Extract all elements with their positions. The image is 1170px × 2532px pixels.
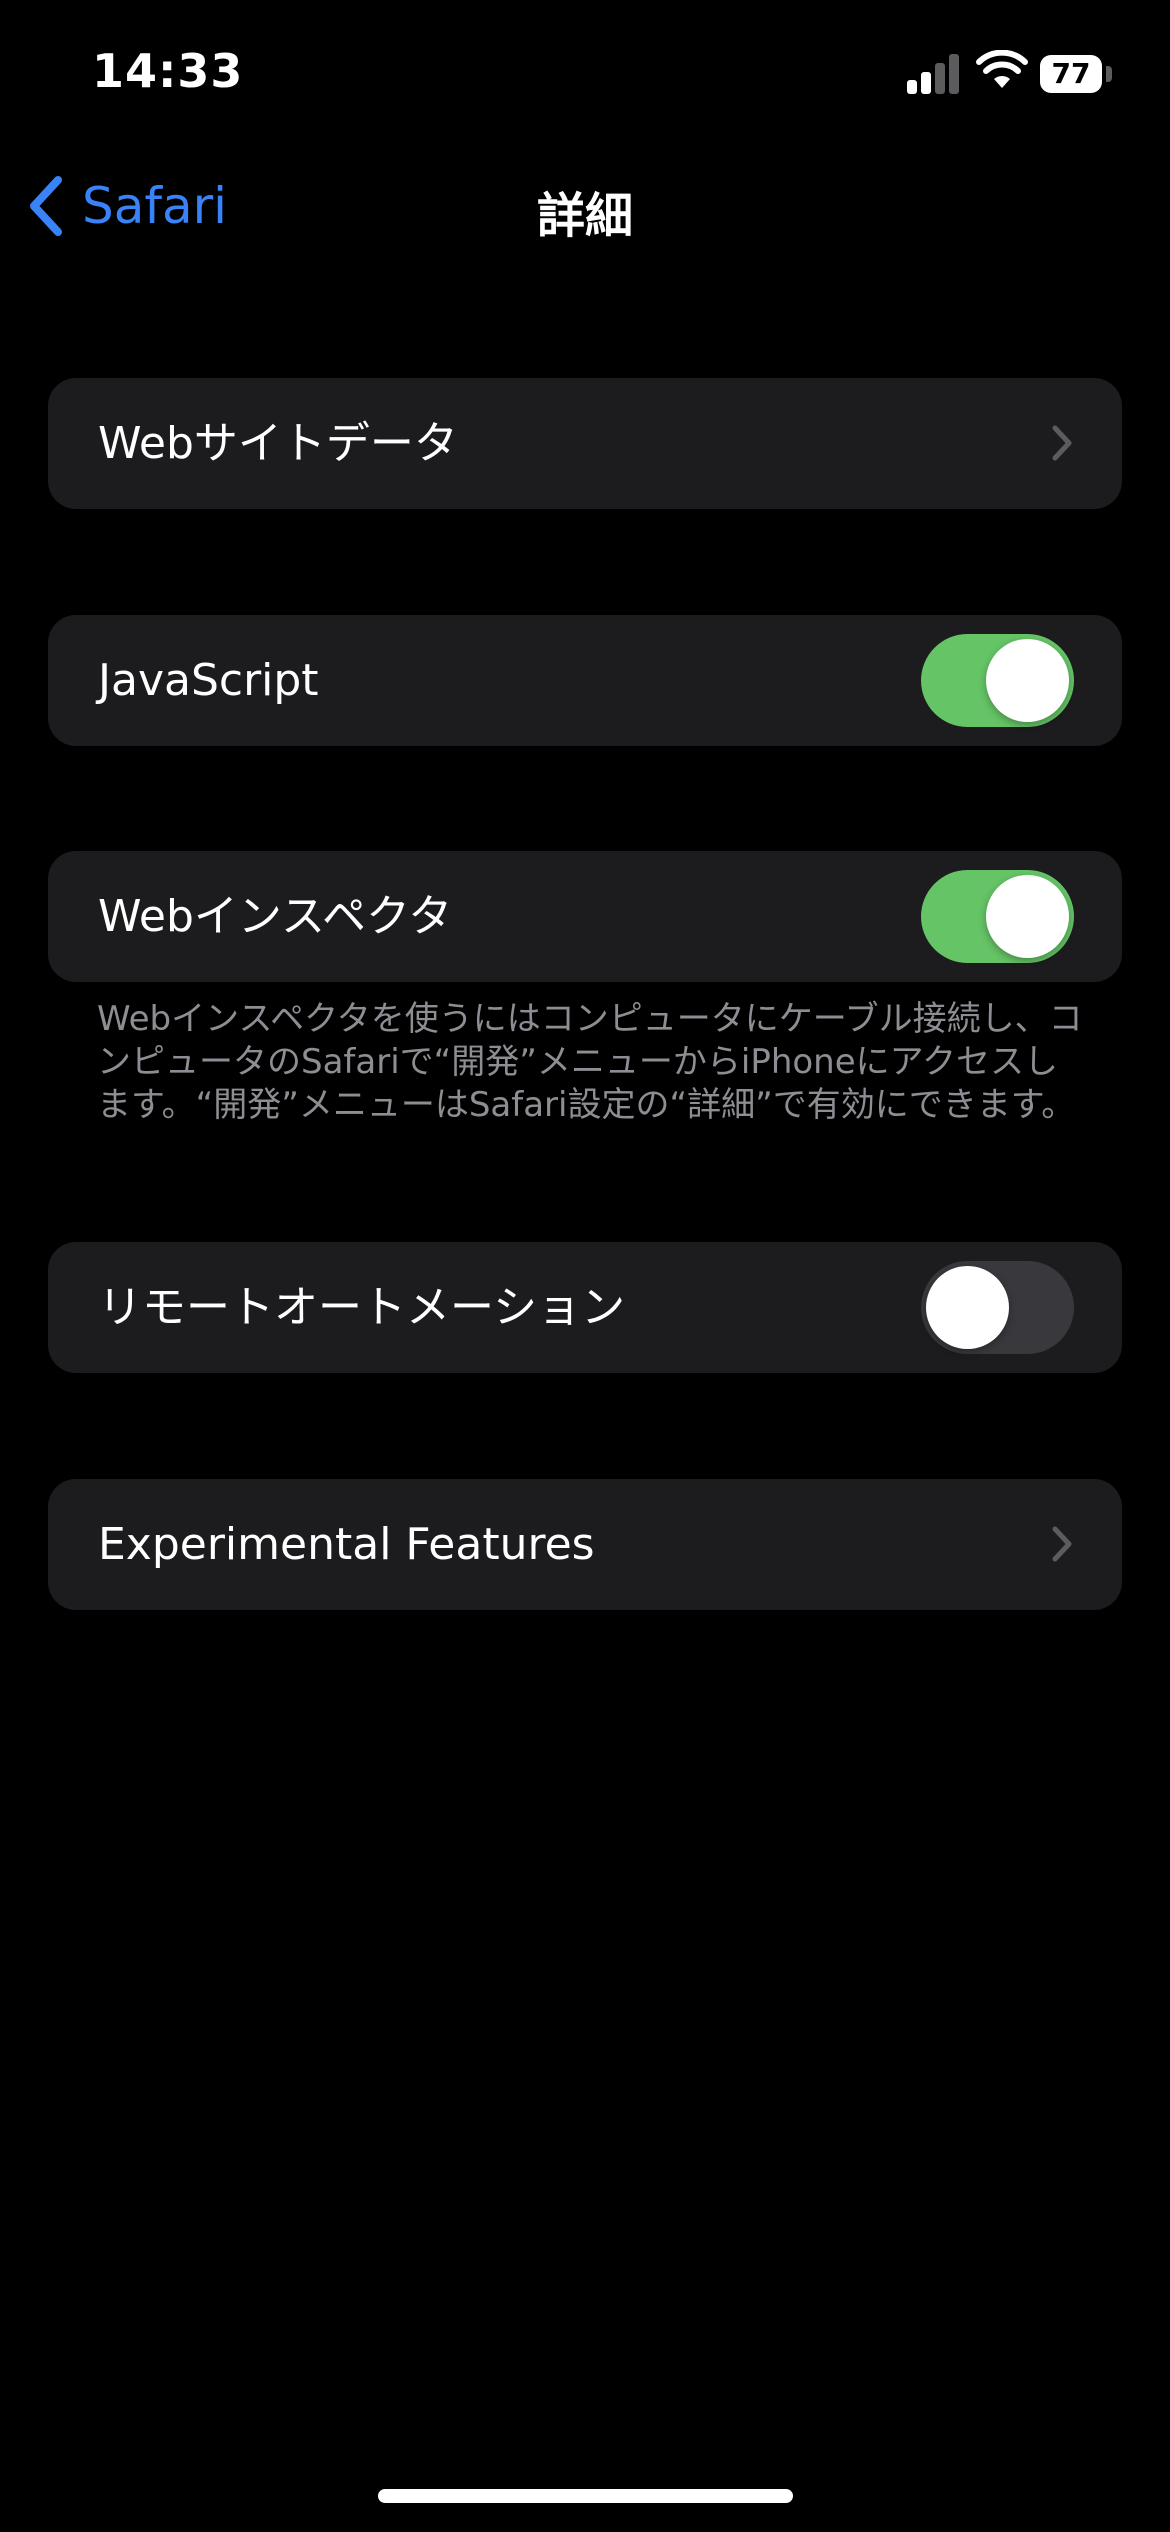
toggle-knob	[986, 875, 1069, 958]
toggle-knob	[986, 639, 1069, 722]
status-time: 14:33	[92, 44, 244, 98]
remote-automation-toggle[interactable]	[921, 1261, 1074, 1354]
wifi-icon	[976, 50, 1028, 88]
chevron-right-icon	[1052, 1526, 1072, 1562]
experimental-features-label: Experimental Features	[98, 1519, 595, 1570]
web-inspector-label: Webインスペクタ	[98, 891, 453, 942]
javascript-toggle[interactable]	[921, 634, 1074, 727]
page-title: 詳細	[536, 188, 633, 244]
javascript-row: JavaScript	[48, 615, 1122, 746]
web-inspector-footnote: Webインスペクタを使うにはコンピュータにケーブル接続し、コンピュータのSafa…	[97, 999, 1083, 1125]
remote-automation-row: リモートオートメーション	[48, 1242, 1122, 1373]
cellular-signal-icon	[907, 52, 961, 94]
web-inspector-toggle[interactable]	[921, 870, 1074, 963]
toggle-knob	[926, 1266, 1009, 1349]
battery-icon: 77	[1040, 55, 1102, 93]
status-bar: 14:33 77	[0, 0, 1170, 150]
javascript-label: JavaScript	[98, 655, 319, 706]
chevron-right-icon	[1052, 425, 1072, 461]
website-data-label: Webサイトデータ	[98, 418, 458, 469]
battery-tip	[1106, 66, 1112, 82]
home-indicator[interactable]	[378, 2489, 793, 2503]
web-inspector-row: Webインスペクタ	[48, 851, 1122, 982]
remote-automation-label: リモートオートメーション	[98, 1282, 626, 1333]
battery-level: 77	[1051, 57, 1091, 90]
website-data-row[interactable]: Webサイトデータ	[48, 378, 1122, 509]
experimental-features-row[interactable]: Experimental Features	[48, 1479, 1122, 1610]
